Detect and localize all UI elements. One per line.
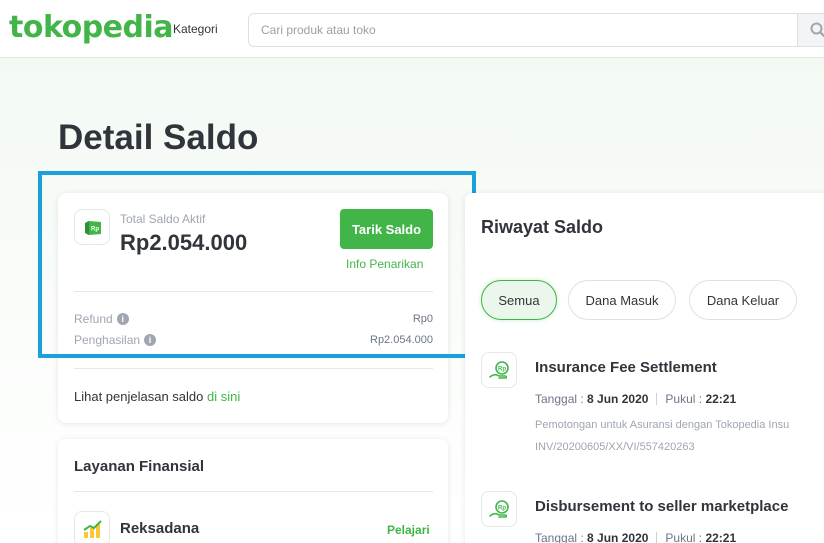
transaction-invoice: INV/20200605/XX/VI/557420263	[535, 441, 695, 453]
search-bar	[248, 13, 824, 47]
transaction-title[interactable]: Disbursement to seller marketplace	[535, 498, 788, 515]
layanan-title: Layanan Finansial	[74, 458, 205, 475]
search-button[interactable]	[797, 14, 824, 46]
penjelasan-saldo: Lihat penjelasan saldo di sini	[74, 389, 241, 404]
tokopedia-logo[interactable]: tokopedia	[9, 10, 174, 45]
transaction-description: Pemotongan untuk Asuransi dengan Tokoped…	[535, 419, 790, 431]
kategori-menu[interactable]: Kategori	[173, 22, 218, 36]
page-title: Detail Saldo	[58, 118, 259, 157]
reksadana-label: Reksadana	[120, 520, 200, 537]
tab-dana-keluar[interactable]: Dana Keluar	[689, 280, 797, 320]
highlight-box	[38, 171, 476, 358]
money-hand-icon: Rp	[481, 352, 517, 388]
search-icon	[810, 22, 824, 38]
chart-icon	[74, 511, 110, 543]
top-header: tokopedia Kategori	[0, 0, 824, 58]
penjelasan-link[interactable]: di sini	[207, 389, 240, 404]
pelajari-link[interactable]: Pelajari	[387, 523, 430, 537]
money-hand-icon: Rp	[481, 491, 517, 527]
transaction-datetime: Tanggal : 8 Jun 2020 Pukul : 22:21	[535, 392, 737, 406]
tab-semua[interactable]: Semua	[481, 280, 557, 320]
transaction-datetime: Tanggal : 8 Jun 2020 Pukul : 22:21	[535, 531, 737, 543]
svg-text:Rp: Rp	[498, 367, 506, 373]
layanan-finansial-card: Layanan Finansial Reksadana Pelajari	[58, 439, 448, 543]
search-input[interactable]	[249, 14, 797, 46]
svg-text:Rp: Rp	[498, 506, 506, 512]
riwayat-saldo-card: Riwayat Saldo Semua Dana Masuk Dana Kelu…	[465, 193, 824, 543]
tab-dana-masuk[interactable]: Dana Masuk	[568, 280, 676, 320]
riwayat-title: Riwayat Saldo	[481, 217, 604, 237]
transaction-title[interactable]: Insurance Fee Settlement	[535, 359, 717, 376]
divider	[74, 368, 433, 369]
divider	[74, 491, 433, 492]
